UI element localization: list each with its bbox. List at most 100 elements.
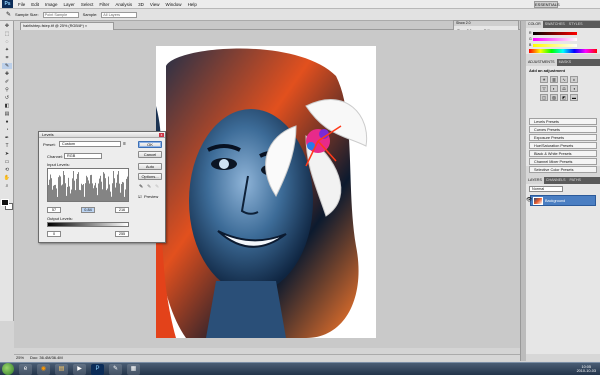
menu-help[interactable]: Help	[185, 0, 200, 9]
gradient-map-icon[interactable]: ▬	[570, 94, 578, 101]
menu-edit[interactable]: Edit	[28, 0, 42, 9]
output-black-field[interactable]: 0	[47, 231, 61, 237]
explorer-icon[interactable]: ▤	[55, 363, 68, 375]
media-player-icon[interactable]: ▶	[73, 363, 86, 375]
menu-window[interactable]: Window	[163, 0, 185, 9]
menu-file[interactable]: File	[15, 0, 28, 9]
gray-eyedropper-icon[interactable]: ✎	[147, 184, 151, 190]
tab-channels[interactable]: CHANNELS	[544, 177, 568, 184]
foreground-color-swatch[interactable]	[1, 199, 9, 206]
hand-tool-icon[interactable]: ✋	[2, 175, 12, 181]
blur-tool-icon[interactable]: ●	[2, 119, 12, 125]
preset-item[interactable]: Black & White Presets	[529, 150, 597, 157]
sample-select[interactable]: All Layers	[101, 11, 138, 18]
auto-button[interactable]: Auto	[138, 163, 162, 170]
close-icon[interactable]: x	[159, 133, 164, 137]
eraser-tool-icon[interactable]: ◧	[2, 103, 12, 109]
start-button[interactable]	[2, 363, 14, 375]
posterize-icon[interactable]: ▨	[550, 94, 558, 101]
cancel-button[interactable]: Cancel	[138, 151, 162, 158]
quick-select-tool-icon[interactable]: ✦	[2, 47, 12, 53]
app-taskbar-icon[interactable]: ✎	[109, 363, 122, 375]
tab-styles[interactable]: STYLES	[567, 21, 585, 28]
tab-swatches[interactable]: SWATCHES	[543, 21, 567, 28]
green-slider[interactable]: G	[529, 37, 597, 41]
color-balance-icon[interactable]: ⚖	[560, 85, 568, 92]
invert-icon[interactable]: ◫	[540, 94, 548, 101]
menu-analysis[interactable]: Analysis	[112, 0, 135, 9]
zoom-level[interactable]: 25%	[16, 355, 24, 361]
threshold-icon[interactable]: ◩	[560, 94, 568, 101]
gradient-tool-icon[interactable]: ▤	[2, 111, 12, 117]
tab-color[interactable]: COLOR	[526, 21, 543, 28]
input-gray-field[interactable]: 0.84	[81, 207, 95, 213]
preset-item[interactable]: Hue/Saturation Presets	[529, 142, 597, 149]
blue-slider[interactable]: B	[529, 43, 597, 47]
eyedropper-tool-icon[interactable]: ✎	[6, 11, 11, 18]
menu-image[interactable]: Image	[42, 0, 61, 9]
notepad-icon[interactable]: ▦	[127, 363, 140, 375]
black-white-icon[interactable]: ◑	[570, 85, 578, 92]
marquee-tool-icon[interactable]: ⬚	[2, 31, 12, 37]
ok-button[interactable]: OK	[138, 141, 162, 148]
menu-select[interactable]: Select	[78, 0, 97, 9]
sample-size-select[interactable]: Point Sample	[42, 11, 79, 18]
dodge-tool-icon[interactable]: ◔	[2, 127, 12, 133]
input-black-field[interactable]: 57	[47, 207, 61, 213]
input-white-field[interactable]: 216	[115, 207, 129, 213]
pen-tool-icon[interactable]: ✒	[2, 135, 12, 141]
red-slider[interactable]: R	[529, 31, 597, 35]
firefox-icon[interactable]: ◉	[37, 363, 50, 375]
menu-layer[interactable]: Layer	[61, 0, 78, 9]
options-button[interactable]: Options...	[138, 173, 162, 180]
clone-stamp-icon[interactable]: ⚲	[2, 87, 12, 93]
3d-rotate-icon[interactable]: ⟲	[2, 167, 12, 173]
exposure-icon[interactable]: ±	[570, 76, 578, 83]
eye-icon[interactable]: 👁	[526, 197, 532, 203]
crop-tool-icon[interactable]: ⌗	[2, 55, 12, 61]
type-tool-icon[interactable]: T	[2, 143, 12, 149]
menu-3d[interactable]: 3D	[135, 0, 147, 9]
document-image[interactable]	[156, 46, 376, 338]
color-swatches[interactable]	[1, 199, 13, 211]
preset-item[interactable]: Selective Color Presets	[529, 166, 597, 173]
tab-paths[interactable]: PATHS	[568, 177, 583, 184]
tab-adjustments[interactable]: ADJUSTMENTS	[526, 59, 557, 66]
output-white-field[interactable]: 255	[115, 231, 129, 237]
menu-view[interactable]: View	[147, 0, 163, 9]
levels-icon[interactable]: ▥	[550, 76, 558, 83]
menu-filter[interactable]: Filter	[96, 0, 112, 9]
clock[interactable]: 10:05 2010-10-03	[577, 365, 596, 373]
brush-tool-icon[interactable]: ✐	[2, 79, 12, 85]
curves-icon[interactable]: ∿	[560, 76, 568, 83]
shape-tool-icon[interactable]: ▭	[2, 159, 12, 165]
black-eyedropper-icon[interactable]: ✎	[139, 184, 143, 190]
preset-menu-icon[interactable]: ≡	[123, 141, 126, 147]
layer-row[interactable]: Background	[530, 195, 596, 206]
channel-select[interactable]: RGB	[64, 153, 102, 159]
healing-brush-icon[interactable]: ✚	[2, 71, 12, 77]
workspace-switcher[interactable]: ESSENTIALS ▾	[534, 1, 560, 12]
lasso-tool-icon[interactable]: ◌	[2, 39, 12, 45]
history-brush-icon[interactable]: ↺	[2, 95, 12, 101]
blend-mode-select[interactable]: Normal	[529, 186, 563, 192]
document-tab[interactable]: hairlishtep-fstep.tif @ 25% (RGB/8*) ×	[20, 22, 114, 30]
hue-saturation-icon[interactable]: ◐	[550, 85, 558, 92]
preset-item[interactable]: Curves Presets	[529, 126, 597, 133]
color-ramp[interactable]	[529, 49, 597, 53]
move-tool-icon[interactable]: ✥	[2, 23, 12, 29]
tab-masks[interactable]: MASKS	[557, 59, 574, 66]
preset-item[interactable]: Levels Presets	[529, 118, 597, 125]
brightness-icon[interactable]: ☀	[540, 76, 548, 83]
eyedropper-icon[interactable]: ✎	[2, 63, 12, 69]
preview-checkbox[interactable]: ☑	[138, 194, 142, 199]
photoshop-taskbar-icon[interactable]: P	[91, 363, 104, 375]
ie-icon[interactable]: e	[19, 363, 32, 375]
tab-layers[interactable]: LAYERS	[526, 177, 544, 184]
vibrance-icon[interactable]: ▽	[540, 85, 548, 92]
preset-select[interactable]: Custom	[59, 141, 121, 147]
output-gradient[interactable]	[47, 222, 129, 227]
path-select-icon[interactable]: ➤	[2, 151, 12, 157]
preset-item[interactable]: Channel Mixer Presets	[529, 158, 597, 165]
preset-item[interactable]: Exposure Presets	[529, 134, 597, 141]
